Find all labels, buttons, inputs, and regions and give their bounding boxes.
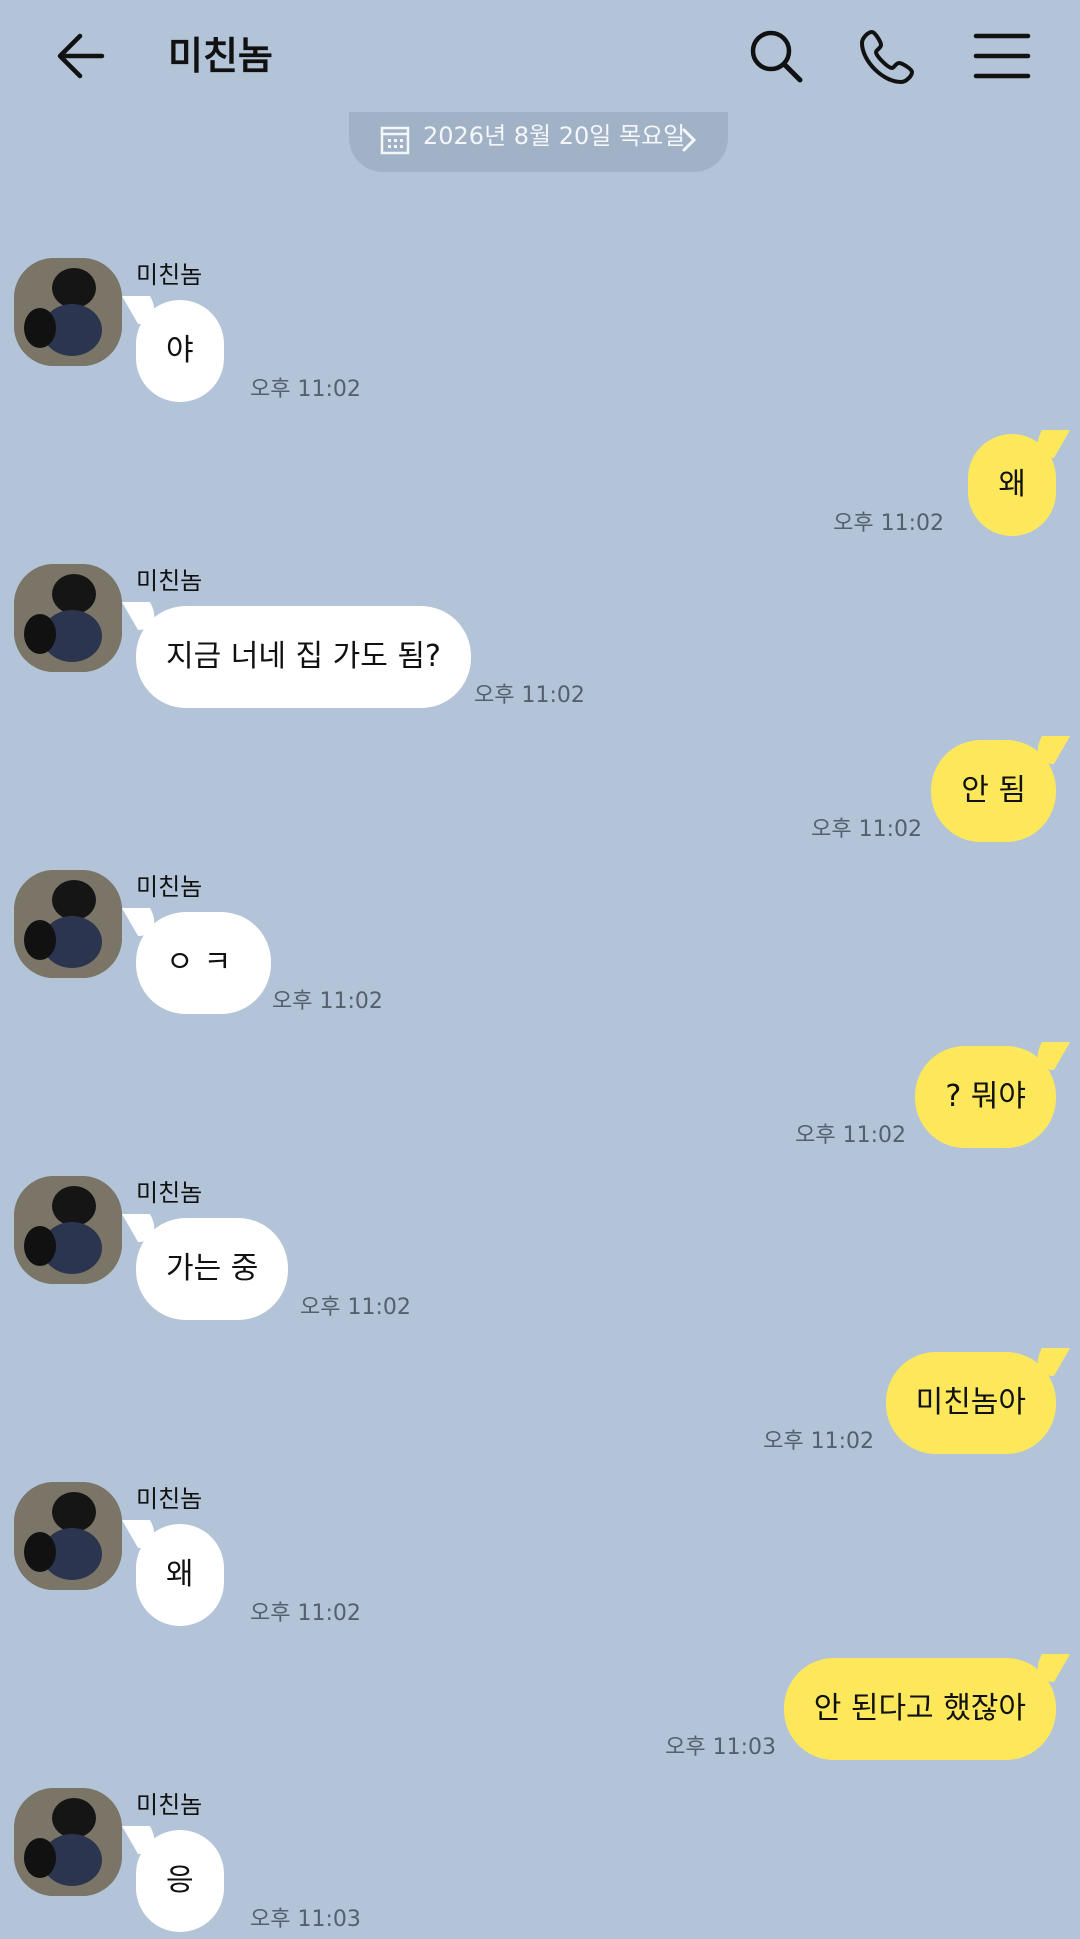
- avatar[interactable]: [14, 1482, 122, 1590]
- search-icon[interactable]: [746, 26, 806, 86]
- avatar[interactable]: [14, 258, 122, 366]
- message-time: 오후 11:03: [665, 1735, 776, 1760]
- sender-name: 미친놈: [136, 1179, 203, 1207]
- message-bubble[interactable]: 안 됨: [931, 740, 1056, 842]
- message-time: 오후 11:02: [250, 377, 361, 402]
- chevron-right-icon: [679, 126, 699, 158]
- sender-name: 미친놈: [136, 261, 203, 289]
- avatar[interactable]: [14, 1176, 122, 1284]
- message-bubble[interactable]: 왜: [136, 1524, 224, 1626]
- date-divider[interactable]: 2026년 8월 20일 목요일: [349, 112, 728, 172]
- message-time: 오후 11:03: [250, 1907, 361, 1932]
- message-bubble[interactable]: ㅇㅋ: [136, 912, 272, 1014]
- message-time: 오후 11:02: [250, 1601, 361, 1626]
- avatar[interactable]: [14, 564, 122, 672]
- message-bubble[interactable]: 안 된다고 했잖아: [783, 1658, 1056, 1760]
- sender-name: 미친놈: [136, 1791, 203, 1819]
- date-text: 2026년 8월 20일 목요일: [423, 122, 686, 150]
- message-time: 오후 11:02: [763, 1429, 874, 1454]
- message-bubble[interactable]: 야: [136, 300, 224, 402]
- calendar-icon: [379, 124, 411, 160]
- avatar[interactable]: [14, 1788, 122, 1896]
- message-time: 오후 11:02: [272, 989, 383, 1014]
- message-time: 오후 11:02: [300, 1295, 411, 1320]
- message-time: 오후 11:02: [474, 683, 585, 708]
- sender-name: 미친놈: [136, 873, 203, 901]
- arrow-left-icon[interactable]: [52, 28, 108, 84]
- avatar[interactable]: [14, 870, 122, 978]
- message-bubble[interactable]: 왜: [968, 434, 1056, 536]
- message-bubble[interactable]: ? 뭐야: [915, 1046, 1056, 1148]
- message-time: 오후 11:02: [811, 817, 922, 842]
- message-bubble[interactable]: 지금 너네 집 가도 됨?: [136, 606, 471, 708]
- message-bubble[interactable]: 응: [136, 1830, 224, 1932]
- sender-name: 미친놈: [136, 1485, 203, 1513]
- message-bubble[interactable]: 미친놈아: [885, 1352, 1056, 1454]
- chat-title: 미친놈: [168, 34, 273, 78]
- message-bubble[interactable]: 가는 중: [136, 1218, 289, 1320]
- message-time: 오후 11:02: [795, 1123, 906, 1148]
- sender-name: 미친놈: [136, 567, 203, 595]
- phone-icon[interactable]: [858, 26, 918, 86]
- menu-icon[interactable]: [972, 26, 1032, 86]
- message-time: 오후 11:02: [833, 511, 944, 536]
- chat-header: 미친놈: [0, 0, 1080, 112]
